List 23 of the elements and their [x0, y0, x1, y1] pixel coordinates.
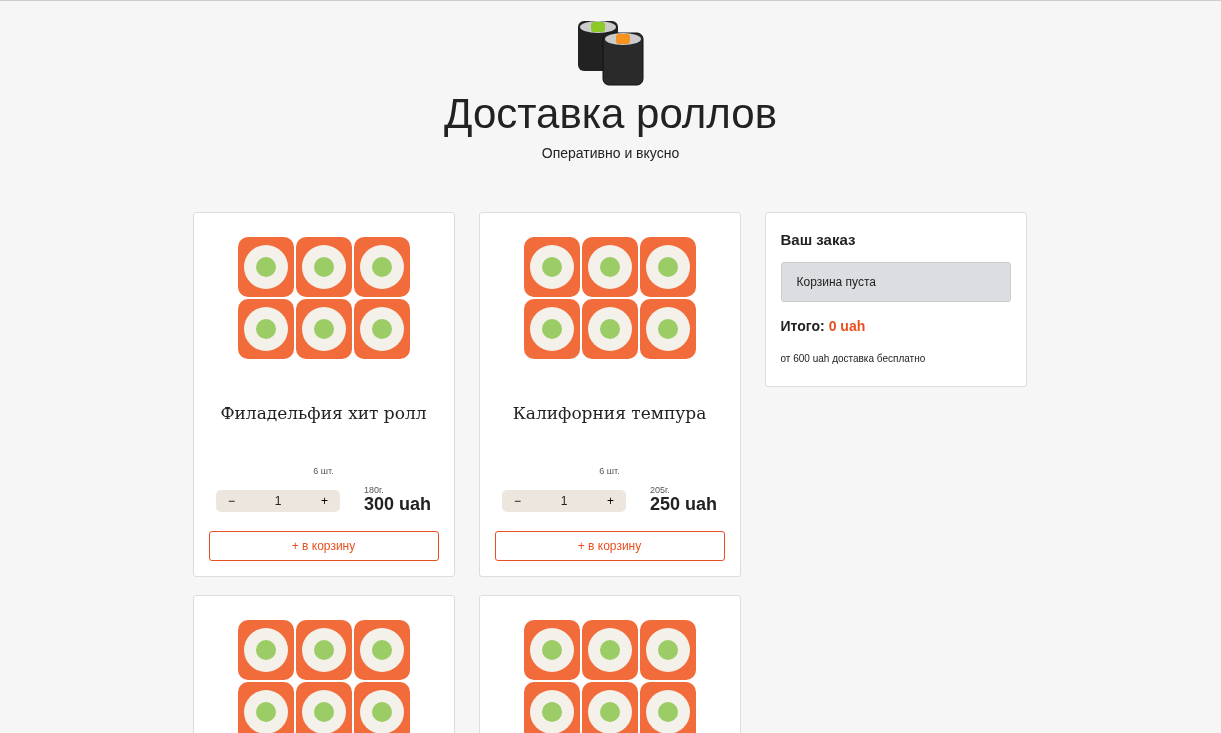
product-weight: 205г. [649, 486, 671, 496]
minus-button[interactable]: − [215, 491, 247, 510]
plus-button[interactable]: + [594, 491, 626, 510]
page-title: Доставка роллов [444, 91, 777, 138]
pieces-count: 6 шт. [312, 464, 335, 478]
product-title: Калифорния темпура [511, 402, 708, 426]
cart-title: Ваш заказ [780, 230, 857, 251]
add-to-cart-button[interactable]: + в корзину [494, 531, 725, 561]
product-weight: 180г. [363, 486, 385, 496]
minus-button[interactable]: − [501, 491, 533, 510]
add-to-cart-button[interactable]: + в корзину [208, 531, 439, 561]
page-subtitle: Оперативно и вкусно [541, 144, 680, 164]
quantity-value: 1 [560, 492, 568, 510]
total-value: 0 uah [828, 316, 866, 336]
quantity-value: 1 [274, 492, 282, 510]
total-label: Итого: [780, 316, 825, 336]
plus-button[interactable]: + [308, 491, 340, 510]
product-title: Филадельфия хит ролл [219, 402, 428, 426]
delivery-note: от 600 uah доставка бесплатно [780, 351, 927, 366]
product-price: 300 uah [363, 495, 431, 515]
empty-cart-message: Корзина пуста [780, 261, 1011, 302]
product-price: 250 uah [649, 495, 717, 515]
pieces-count: 6 шт. [598, 464, 621, 478]
